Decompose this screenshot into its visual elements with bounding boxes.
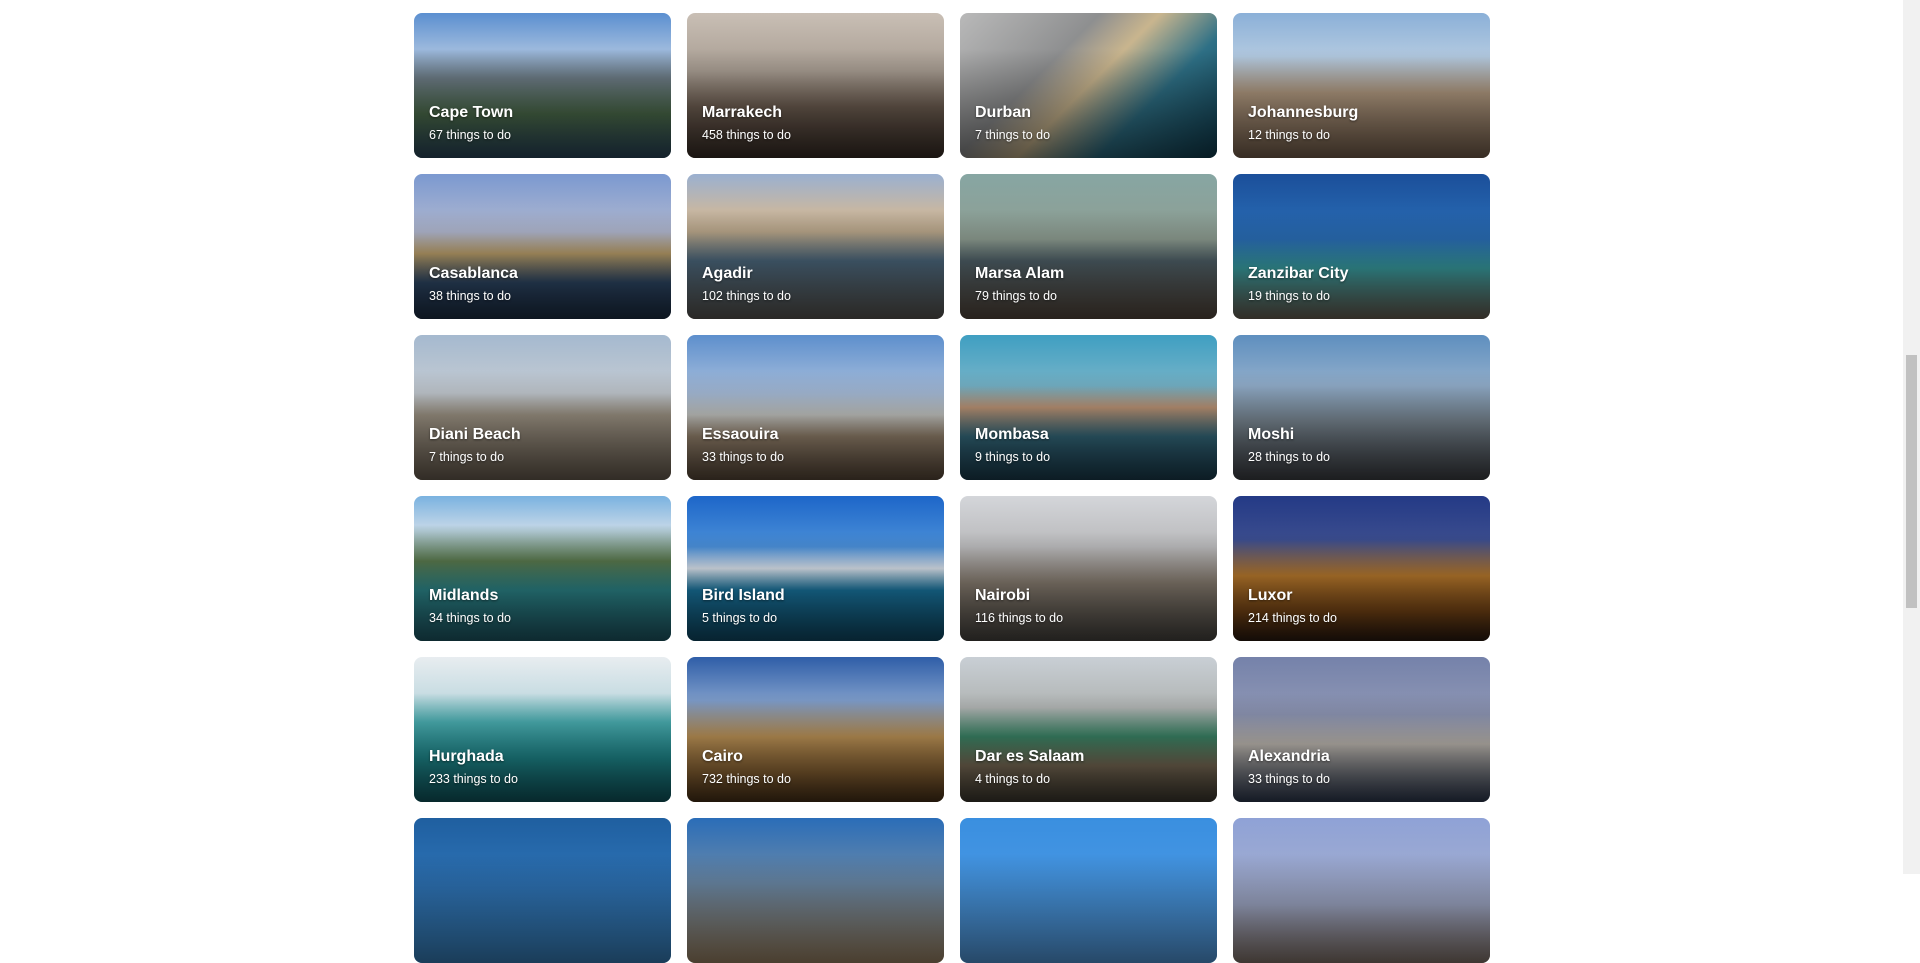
destination-card[interactable]: Marrakech 458 things to do	[687, 13, 944, 158]
things-to-do-count: 34 things to do	[429, 611, 512, 625]
destination-card[interactable]: Dar es Salaam 4 things to do	[960, 657, 1217, 802]
destination-name: Essaouira	[702, 426, 779, 443]
things-to-do-count: 116 things to do	[975, 611, 1064, 625]
things-to-do-count: 79 things to do	[975, 289, 1058, 303]
things-to-do-count: 12 things to do	[1248, 128, 1331, 142]
destination-name: Nairobi	[975, 587, 1031, 604]
things-to-do-count: 33 things to do	[1248, 772, 1331, 786]
destination-card[interactable]	[687, 818, 944, 963]
things-to-do-count: 28 things to do	[1248, 450, 1331, 464]
image-overlay	[687, 854, 944, 963]
image-overlay	[960, 854, 1217, 963]
destination-card[interactable]	[960, 818, 1217, 963]
destination-name: Durban	[975, 104, 1031, 121]
destination-card[interactable]: Alexandria 33 things to do	[1233, 657, 1490, 802]
things-to-do-count: 7 things to do	[429, 450, 505, 464]
image-overlay	[414, 854, 671, 963]
destination-card[interactable]: Bird Island 5 things to do	[687, 496, 944, 641]
destination-name: Dar es Salaam	[975, 748, 1085, 765]
things-to-do-count: 214 things to do	[1248, 611, 1337, 625]
destination-name: Hurghada	[429, 748, 504, 765]
things-to-do-count: 732 things to do	[702, 772, 791, 786]
things-to-do-count: 19 things to do	[1248, 289, 1331, 303]
destination-card[interactable]: Zanzibar City 19 things to do	[1233, 174, 1490, 319]
things-to-do-count: 5 things to do	[702, 611, 778, 625]
destination-card[interactable]	[1233, 818, 1490, 963]
destination-card[interactable]: Mombasa 9 things to do	[960, 335, 1217, 480]
things-to-do-count: 9 things to do	[975, 450, 1051, 464]
destination-card[interactable]: Cairo 732 things to do	[687, 657, 944, 802]
destination-card[interactable]: Diani Beach 7 things to do	[414, 335, 671, 480]
destination-name: Cape Town	[429, 104, 514, 121]
destination-name: Marsa Alam	[975, 265, 1065, 282]
things-to-do-count: 67 things to do	[429, 128, 512, 142]
vertical-scrollbar[interactable]	[1903, 0, 1920, 874]
destination-card[interactable]: Marsa Alam 79 things to do	[960, 174, 1217, 319]
destination-name: Cairo	[702, 748, 743, 765]
destination-card[interactable]: Durban 7 things to do	[960, 13, 1217, 158]
image-overlay	[1233, 854, 1490, 963]
destination-card[interactable]: Luxor 214 things to do	[1233, 496, 1490, 641]
things-to-do-count: 102 things to do	[702, 289, 791, 303]
destination-card[interactable]: Cape Town 67 things to do	[414, 13, 671, 158]
destination-name: Agadir	[702, 265, 753, 282]
destinations-grid: Cape Town 67 things to do Marrakech 458 thi…	[414, 13, 1490, 963]
destination-card[interactable]	[414, 818, 671, 963]
destination-card[interactable]: Nairobi 116 things to do	[960, 496, 1217, 641]
destination-name: Moshi	[1248, 426, 1295, 443]
destination-name: Johannesburg	[1248, 104, 1359, 121]
things-to-do-count: 38 things to do	[429, 289, 512, 303]
things-to-do-count: 458 things to do	[702, 128, 791, 142]
destination-name: Luxor	[1248, 587, 1293, 604]
destination-card[interactable]: Casablanca 38 things to do	[414, 174, 671, 319]
destination-name: Bird Island	[702, 587, 785, 604]
things-to-do-count: 4 things to do	[975, 772, 1051, 786]
destination-card[interactable]: Moshi 28 things to do	[1233, 335, 1490, 480]
destination-name: Midlands	[429, 587, 499, 604]
destination-card[interactable]: Midlands 34 things to do	[414, 496, 671, 641]
destination-name: Mombasa	[975, 426, 1049, 443]
things-to-do-count: 7 things to do	[975, 128, 1051, 142]
destination-card[interactable]: Hurghada 233 things to do	[414, 657, 671, 802]
things-to-do-count: 233 things to do	[429, 772, 518, 786]
destination-name: Marrakech	[702, 104, 783, 121]
destination-card[interactable]: Agadir 102 things to do	[687, 174, 944, 319]
destination-name: Diani Beach	[429, 426, 521, 443]
destination-name: Casablanca	[429, 265, 518, 282]
things-to-do-count: 33 things to do	[702, 450, 785, 464]
destination-name: Alexandria	[1248, 748, 1330, 765]
destination-card[interactable]: Johannesburg 12 things to do	[1233, 13, 1490, 158]
scrollbar-thumb[interactable]	[1906, 355, 1917, 608]
destination-name: Zanzibar City	[1248, 265, 1349, 282]
destination-card[interactable]: Essaouira 33 things to do	[687, 335, 944, 480]
